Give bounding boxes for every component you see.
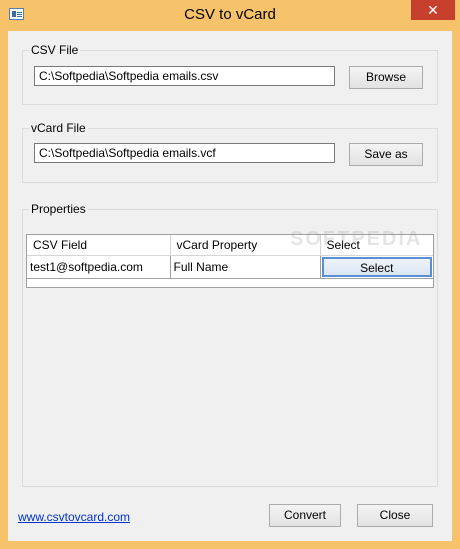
window-close-button[interactable]: ✕ [411, 0, 455, 20]
properties-label: Properties [29, 202, 88, 216]
column-header-csv-field[interactable]: CSV Field [27, 235, 171, 256]
column-header-vcard-property[interactable]: vCard Property [170, 235, 321, 256]
save-as-button[interactable]: Save as [349, 143, 423, 166]
cell-vcard-property[interactable]: Full Name [170, 255, 321, 279]
app-window: CSV to vCard ✕ CSV File Browse vCard Fil… [0, 0, 460, 549]
browse-button[interactable]: Browse [349, 66, 423, 89]
grid-header-row: CSV Field vCard Property Select [27, 235, 433, 256]
vcard-file-path-input[interactable] [34, 143, 335, 163]
csv-file-label: CSV File [29, 43, 81, 57]
close-button[interactable]: Close [357, 504, 433, 527]
table-row[interactable]: test1@softpedia.com Full Name Select [27, 255, 433, 279]
convert-button[interactable]: Convert [269, 504, 341, 527]
cell-csv-field[interactable]: test1@softpedia.com [27, 255, 171, 279]
website-link[interactable]: www.csvtovcard.com [18, 510, 130, 524]
column-header-select[interactable]: Select [320, 235, 433, 256]
title-bar[interactable]: CSV to vCard ✕ [0, 0, 460, 31]
cell-select: Select [320, 255, 433, 279]
vcard-file-label: vCard File [29, 121, 88, 135]
csv-file-path-input[interactable] [34, 66, 335, 86]
properties-grid: CSV Field vCard Property Select test1@so… [26, 234, 434, 288]
select-button[interactable]: Select [321, 256, 432, 277]
window-title: CSV to vCard [184, 6, 276, 23]
